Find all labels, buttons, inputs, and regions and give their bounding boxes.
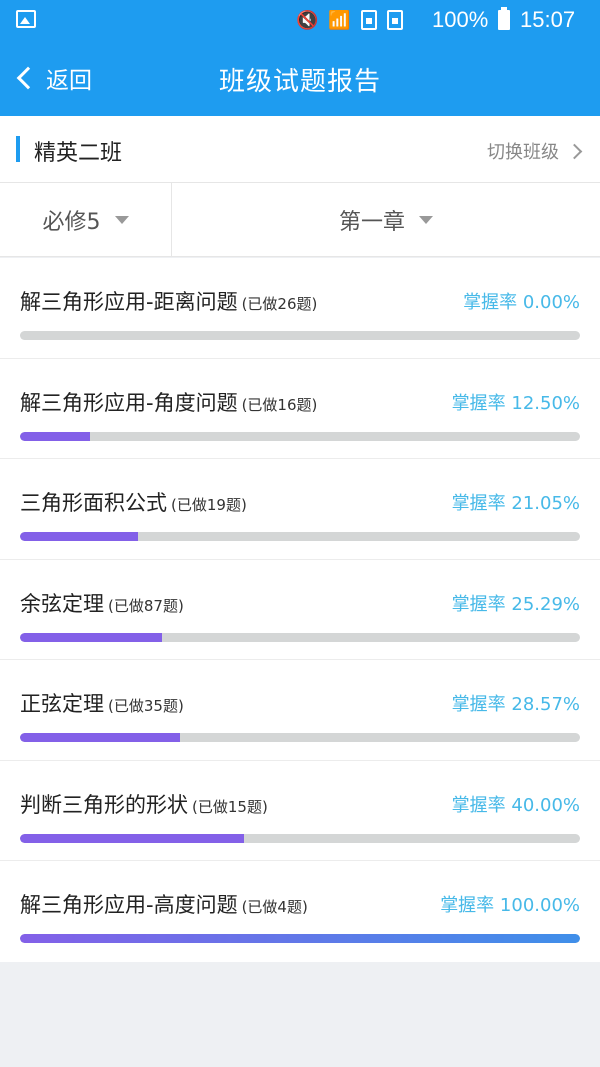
mastery-rate: 掌握率 21.05% (451, 493, 580, 514)
topic-done-count: (已做35题) (108, 697, 184, 715)
class-name: 精英二班 (34, 141, 123, 166)
progress-fill (20, 733, 180, 742)
topic-done-count: (已做16题) (241, 395, 318, 414)
topic-name: 解三角形应用-距离问题 (已做26题) (20, 286, 317, 316)
system-icons: 🔇 📶 (296, 8, 403, 32)
switch-class-label: 切换班级 (487, 142, 559, 163)
chapter-dropdown[interactable]: 第一章 (172, 183, 600, 256)
progress-track (20, 532, 580, 541)
topic-done-count: (已做26题) (241, 295, 318, 313)
progress-fill (20, 532, 138, 541)
mastery-rate: 掌握率 100.00% (440, 895, 580, 916)
progress-track (20, 632, 580, 642)
chapter-dropdown-label: 第一章 (338, 209, 405, 235)
dropdown-arrow-icon (114, 215, 129, 224)
topic-row[interactable]: 解三角形应用-角度问题 (已做16题) 掌握率 12.50% (0, 359, 600, 459)
topic-title: 解三角形应用-距离问题 (20, 290, 238, 314)
topic-row[interactable]: 解三角形应用-高度问题 (已做4题) 掌握率 100.00% (0, 861, 600, 962)
mastery-rate: 掌握率 28.57% (451, 694, 580, 715)
progress-track (20, 733, 580, 742)
mute-icon: 🔇 (296, 9, 319, 31)
status-bar: 🔇 📶 100% 15:07 (0, 0, 600, 40)
topic-row[interactable]: 解三角形应用-距离问题 (已做26题) 掌握率 0.00% (0, 258, 600, 359)
topic-title: 余弦定理 (20, 591, 104, 616)
book-dropdown-label: 必修5 (42, 209, 101, 235)
mastery-rate: 掌握率 25.29% (451, 593, 580, 615)
dropdown-arrow-icon (419, 215, 433, 224)
progress-track (20, 934, 580, 943)
topic-name: 解三角形应用-高度问题 (已做4题) (20, 889, 308, 919)
mastery-rate: 掌握率 40.00% (451, 794, 580, 816)
topic-title: 正弦定理 (20, 692, 104, 716)
topic-name: 余弦定理 (已做87题) (20, 588, 184, 618)
topic-row[interactable]: 正弦定理 (已做35题) 掌握率 28.57% (0, 660, 600, 761)
header: 返回 班级试题报告 (0, 40, 600, 116)
topic-title: 三角形面积公式 (20, 491, 167, 515)
chevron-right-icon (566, 143, 583, 159)
mastery-rate: 掌握率 0.00% (463, 292, 580, 313)
topic-row[interactable]: 余弦定理 (已做87题) 掌握率 25.29% (0, 560, 600, 660)
filter-bar: 必修5 第一章 (0, 183, 600, 257)
book-dropdown[interactable]: 必修5 (0, 183, 172, 256)
topic-row[interactable]: 三角形面积公式 (已做19题) 掌握率 21.05% (0, 459, 600, 560)
sim2-icon (386, 10, 403, 30)
topic-title: 判断三角形的形状 (20, 792, 188, 817)
class-bar: 精英二班 切换班级 (0, 116, 600, 183)
class-accent-bar (16, 136, 20, 162)
topic-done-count: (已做19题) (171, 496, 247, 514)
battery-level: 100% (432, 7, 489, 32)
progress-track (20, 431, 580, 441)
sim1-icon (360, 10, 377, 30)
topic-done-count: (已做15题) (192, 797, 268, 816)
clock: 15:07 (520, 7, 576, 32)
progress-fill (20, 632, 162, 642)
topic-name: 正弦定理 (已做35题) (20, 688, 184, 718)
wifi-icon: 📶 (328, 9, 351, 31)
topic-done-count: (已做87题) (108, 596, 184, 615)
image-icon (16, 10, 36, 28)
progress-track (20, 331, 580, 340)
mastery-rate: 掌握率 12.50% (451, 392, 580, 414)
topic-title: 解三角形应用-角度问题 (20, 390, 238, 415)
progress-fill (20, 833, 244, 843)
switch-class-button[interactable]: 切换班级 (487, 138, 583, 164)
topic-title: 解三角形应用-高度问题 (20, 893, 238, 917)
battery-icon (498, 7, 510, 30)
topic-done-count: (已做4题) (241, 898, 308, 916)
topic-list: 解三角形应用-距离问题 (已做26题) 掌握率 0.00% 解三角形应用-角度问题 (已… (0, 258, 600, 962)
page-title: 班级试题报告 (218, 67, 381, 97)
topic-name: 判断三角形的形状 (已做15题) (20, 789, 268, 819)
progress-fill (20, 934, 580, 943)
topic-row[interactable]: 判断三角形的形状 (已做15题) 掌握率 40.00% (0, 761, 600, 861)
topic-name: 解三角形应用-角度问题 (已做16题) (20, 387, 317, 417)
topic-name: 三角形面积公式 (已做19题) (20, 487, 247, 517)
progress-track (20, 833, 580, 843)
progress-fill (20, 431, 90, 441)
